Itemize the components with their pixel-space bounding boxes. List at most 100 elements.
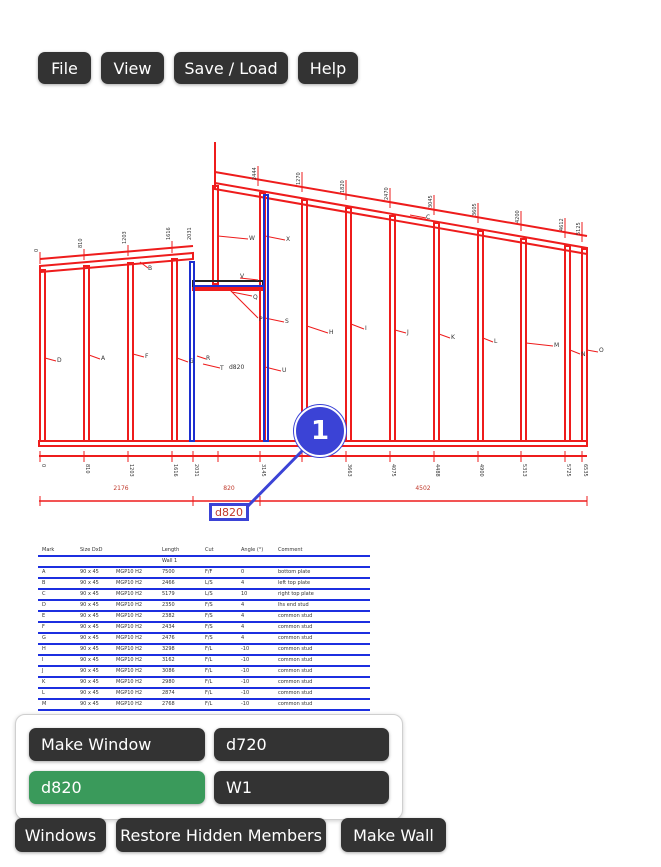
window-w1-button[interactable]: W1 [214, 771, 389, 804]
table-cell: E [42, 613, 46, 619]
table-cell: common stud [278, 657, 313, 663]
wall-label: Wall 1 [162, 558, 178, 564]
top-dim: 1820 [340, 180, 346, 193]
top-dim: 1270 [296, 172, 302, 185]
table-cell: M [42, 701, 47, 707]
table-cell: 2382 [162, 613, 175, 619]
table-cell: right top plate [278, 591, 314, 597]
col-mark: Mark [42, 547, 55, 553]
table-cell: 90 x 45 [80, 613, 99, 619]
table-cell: MGP10 H2 [116, 690, 143, 696]
mark-a: A [101, 355, 106, 362]
mark-d: D [57, 357, 62, 364]
bottom-dim: 5725 [565, 464, 571, 477]
top-dim: 0 [34, 249, 40, 252]
stud-r [212, 185, 219, 285]
window-d820-button[interactable]: d820 [29, 771, 205, 804]
mark-x: X [286, 236, 290, 243]
mark-b: B [148, 265, 152, 272]
table-cell: common stud [278, 613, 313, 619]
segment-dim-left: 2176 [113, 485, 128, 492]
table-cell: L/S [205, 580, 213, 586]
mark-c: C [426, 214, 430, 221]
window-d720-button[interactable]: d720 [214, 728, 389, 761]
table-row: I 90 x 45 MGP10 H2 3162 F/L -10 common stud [38, 656, 370, 667]
mark-n: N [581, 351, 586, 358]
table-row: K 90 x 45 MGP10 H2 2980 F/L -10 common stud [38, 678, 370, 689]
table-cell: common stud [278, 624, 313, 630]
table-cell: lhs end stud [278, 602, 309, 608]
mark-o: O [599, 347, 604, 354]
table-cell: 3086 [162, 668, 175, 674]
annotation-marker: 1 [294, 405, 346, 457]
top-dim: 2031 [187, 227, 193, 240]
table-cell: MGP10 H2 [116, 679, 143, 685]
table-cell: MGP10 H2 [116, 701, 143, 707]
table-cell: 4 [241, 602, 245, 608]
mark-f: F [145, 353, 149, 360]
table-cell: F/L [205, 679, 213, 685]
table-cell: 4 [241, 635, 245, 641]
table-cell: 90 x 45 [80, 701, 99, 707]
table-cell: F/S [205, 602, 213, 608]
col-size: Size DxD [80, 547, 103, 553]
stud-d [39, 269, 46, 442]
table-cell: F/F [205, 569, 213, 575]
member-schedule-table: Mark Size DxD Length Cut Angle (°) Comme… [38, 546, 370, 711]
table-cell: MGP10 H2 [116, 646, 143, 652]
opening-dimension-label[interactable]: d820 [209, 503, 249, 521]
table-header-row: Mark Size DxD Length Cut Angle (°) Comme… [38, 546, 370, 557]
table-cell: 4 [241, 613, 245, 619]
table-wall-row: Wall 1 [38, 557, 370, 568]
table-row: B 90 x 45 MGP10 H2 2466 L/S 4 left top plate [38, 579, 370, 590]
make-window-button[interactable]: Make Window [29, 728, 205, 761]
table-cell: -10 [241, 657, 250, 663]
mark-j: J [406, 329, 409, 336]
table-cell: MGP10 H2 [116, 591, 143, 597]
right-top-plate [214, 181, 588, 256]
restore-hidden-members-button[interactable]: Restore Hidden Members [116, 818, 326, 852]
table-cell: 90 x 45 [80, 580, 99, 586]
table-cell: MGP10 H2 [116, 624, 143, 630]
table-cell: 2350 [162, 602, 175, 608]
mark-u: U [282, 367, 286, 374]
bottom-dim: 3145 [260, 464, 266, 477]
stud-a [83, 265, 90, 442]
bottom-dim: 4488 [434, 464, 440, 477]
mark-r: R [206, 355, 210, 362]
table-row: M 90 x 45 MGP10 H2 2768 F/L -10 common stud [38, 700, 370, 711]
table-cell: -10 [241, 690, 250, 696]
table-cell: H [42, 646, 46, 652]
mark-h: H [329, 329, 334, 336]
col-grade [116, 546, 162, 555]
make-wall-button[interactable]: Make Wall [341, 818, 446, 852]
table-cell: MGP10 H2 [116, 635, 143, 641]
stud-m [520, 238, 527, 442]
stud-o [581, 248, 588, 442]
table-cell: 90 x 45 [80, 602, 99, 608]
table-cell: bottom plate [278, 569, 311, 575]
top-dim: 3605 [472, 203, 478, 216]
table-cell: 2466 [162, 580, 175, 586]
table-cell: 90 x 45 [80, 668, 99, 674]
table-row: E 90 x 45 MGP10 H2 2382 F/S 4 common stud [38, 612, 370, 623]
table-cell: common stud [278, 690, 313, 696]
segment-dim-right: 4502 [415, 485, 430, 492]
left-top-plate [39, 251, 194, 274]
table-cell: B [42, 580, 46, 586]
mark-t: T [219, 365, 224, 372]
table-cell: MGP10 H2 [116, 580, 143, 586]
table-row: F 90 x 45 MGP10 H2 2434 F/S 4 common stud [38, 623, 370, 634]
table-cell: 90 x 45 [80, 690, 99, 696]
table-cell: MGP10 H2 [116, 602, 143, 608]
table-cell: 2768 [162, 701, 175, 707]
table-cell: common stud [278, 679, 313, 685]
windows-button[interactable]: Windows [15, 818, 106, 852]
table-row: H 90 x 45 MGP10 H2 3298 F/L -10 common stud [38, 645, 370, 656]
table-cell: -10 [241, 646, 250, 652]
top-dim: 5125 [576, 222, 582, 235]
bottom-dim: 5313 [521, 464, 527, 477]
stud-l [477, 230, 484, 442]
table-cell: 0 [241, 569, 245, 575]
mark-k: K [451, 334, 456, 341]
